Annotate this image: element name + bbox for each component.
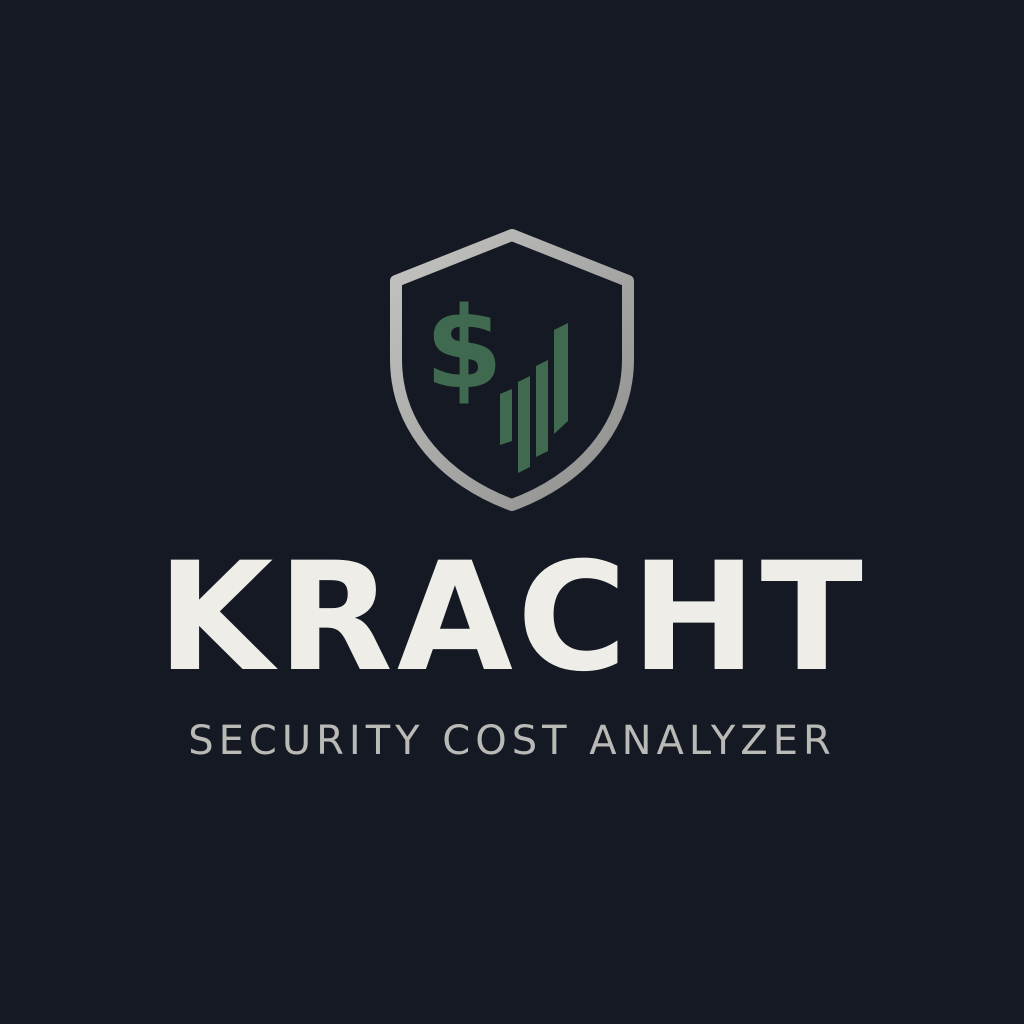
shield-icon: $ (390, 229, 634, 511)
rising-bar-chart-icon (500, 323, 568, 473)
chart-bar (500, 389, 512, 445)
brand-tagline: SECURITY COST ANALYZER (188, 718, 836, 764)
chart-bar (536, 360, 548, 457)
chart-bar (554, 323, 568, 434)
logo-lockup: $ KRACHT SECURITY COST ANALYZER (0, 0, 1024, 1024)
chart-bar (518, 376, 530, 473)
brand-wordmark: KRACHT (157, 531, 867, 705)
dollar-sign-icon: $ (425, 284, 503, 414)
svg-text:$: $ (425, 284, 503, 414)
